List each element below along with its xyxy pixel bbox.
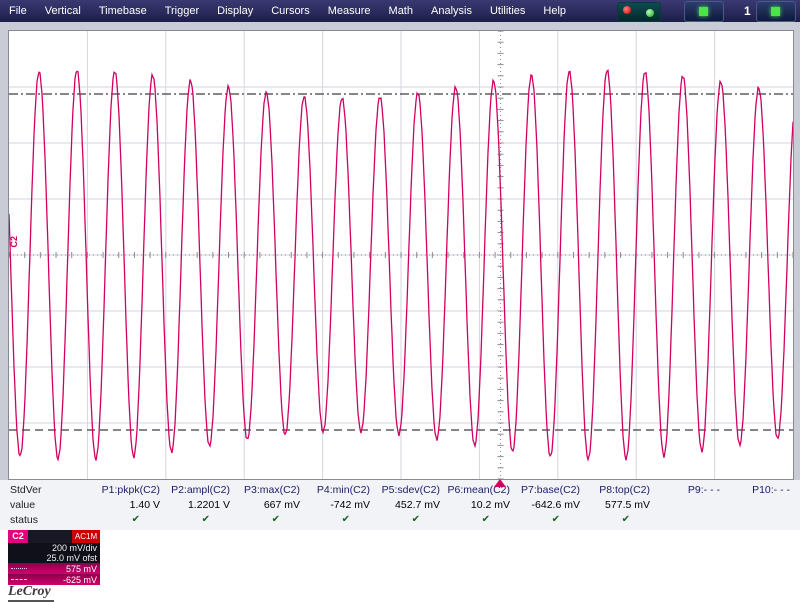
menu-analysis[interactable]: Analysis xyxy=(422,0,481,22)
menu-file[interactable]: File xyxy=(0,0,36,22)
menu-math[interactable]: Math xyxy=(380,0,422,22)
value-p7: -642.6 mV xyxy=(531,498,580,511)
panel-toggle2-icon[interactable] xyxy=(756,1,796,22)
menu-vertical[interactable]: Vertical xyxy=(36,0,90,22)
param-p5[interactable]: P5:sdev(C2) xyxy=(374,484,444,496)
status-p6: ✔ xyxy=(481,514,490,525)
value-row-label: value xyxy=(10,498,36,511)
measure-set-label: StdVer xyxy=(10,483,42,496)
cursor1-value: 575 mV xyxy=(65,563,97,574)
menu-trigger[interactable]: Trigger xyxy=(156,0,208,22)
dashed-line-icon xyxy=(11,579,27,580)
value-p4: -742 mV xyxy=(330,498,370,511)
trigger-position-marker[interactable] xyxy=(493,479,506,487)
status-p1: ✔ xyxy=(131,514,140,525)
lecroy-logo: LeCroy xyxy=(8,584,54,602)
param-p8[interactable]: P8:top(C2) xyxy=(584,484,654,496)
status-row-label: status xyxy=(10,513,39,526)
menu-display[interactable]: Display xyxy=(208,0,262,22)
scope-display xyxy=(8,30,794,480)
dashdot-line-icon xyxy=(11,568,27,569)
cursor1-readout: 575 mV xyxy=(8,563,100,574)
channel-descriptor[interactable]: C2 AC1M 200 mV/div 25.0 mV ofst 575 mV -… xyxy=(8,530,100,585)
menu-cursors[interactable]: Cursors xyxy=(262,0,319,22)
menu-measure[interactable]: Measure xyxy=(319,0,380,22)
status-p4: ✔ xyxy=(341,514,350,525)
value-p6: 10.2 mV xyxy=(470,498,510,511)
red-indicator-icon xyxy=(623,6,631,14)
panel-toggle-icon[interactable] xyxy=(684,1,724,22)
param-p2[interactable]: P2:ampl(C2) xyxy=(164,484,234,496)
param-p4[interactable]: P4:min(C2) xyxy=(304,484,374,496)
value-p8: 577.5 mV xyxy=(605,498,650,511)
green-square-icon xyxy=(771,6,780,16)
value-p2: 1.2201 V xyxy=(187,498,230,511)
param-p1[interactable]: P1:pkpk(C2) xyxy=(94,484,164,496)
value-p3: 667 mV xyxy=(263,498,300,511)
measurement-table: StdVer P1:pkpk(C2) P2:ampl(C2) P3:max(C2… xyxy=(8,482,796,527)
menu-bar: File Vertical Timebase Trigger Display C… xyxy=(0,0,800,22)
panel-count-label: 1 xyxy=(744,4,751,18)
menu-utilities[interactable]: Utilities xyxy=(481,0,534,22)
param-p7[interactable]: P7:base(C2) xyxy=(514,484,584,496)
measure-param-row: StdVer P1:pkpk(C2) P2:ampl(C2) P3:max(C2… xyxy=(8,482,796,497)
channel-header-spacer xyxy=(28,530,72,543)
status-p8: ✔ xyxy=(621,514,630,525)
value-p1: 1.40 V xyxy=(129,498,160,511)
meters-icon[interactable] xyxy=(617,2,661,22)
param-p10[interactable]: P10:- - - xyxy=(724,484,794,496)
menu-timebase[interactable]: Timebase xyxy=(90,0,156,22)
param-p9[interactable]: P9:- - - xyxy=(654,484,724,496)
green-square-icon xyxy=(699,6,708,16)
channel-coupling-badge: AC1M xyxy=(72,530,100,543)
param-p3[interactable]: P3:max(C2) xyxy=(234,484,304,496)
green-indicator-icon xyxy=(646,9,654,17)
menu-help[interactable]: Help xyxy=(534,0,575,22)
channel-axis-marker[interactable]: C2 xyxy=(9,236,19,248)
channel-scale-label: 200 mV/div xyxy=(8,543,100,553)
status-p7: ✔ xyxy=(551,514,560,525)
channel-header: C2 AC1M xyxy=(8,530,100,543)
status-p3: ✔ xyxy=(271,514,280,525)
measure-value-row: value 1.40 V 1.2201 V 667 mV -742 mV 452… xyxy=(8,497,796,512)
status-p2: ✔ xyxy=(201,514,210,525)
channel-offset-label: 25.0 mV ofst xyxy=(8,553,100,563)
cursor2-value: -625 mV xyxy=(62,574,97,585)
channel-name-label: C2 xyxy=(8,530,28,543)
value-p5: 452.7 mV xyxy=(395,498,440,511)
measure-status-row: status ✔ ✔ ✔ ✔ ✔ ✔ ✔ ✔ xyxy=(8,512,796,527)
status-p5: ✔ xyxy=(411,514,420,525)
graticule[interactable] xyxy=(8,30,794,480)
